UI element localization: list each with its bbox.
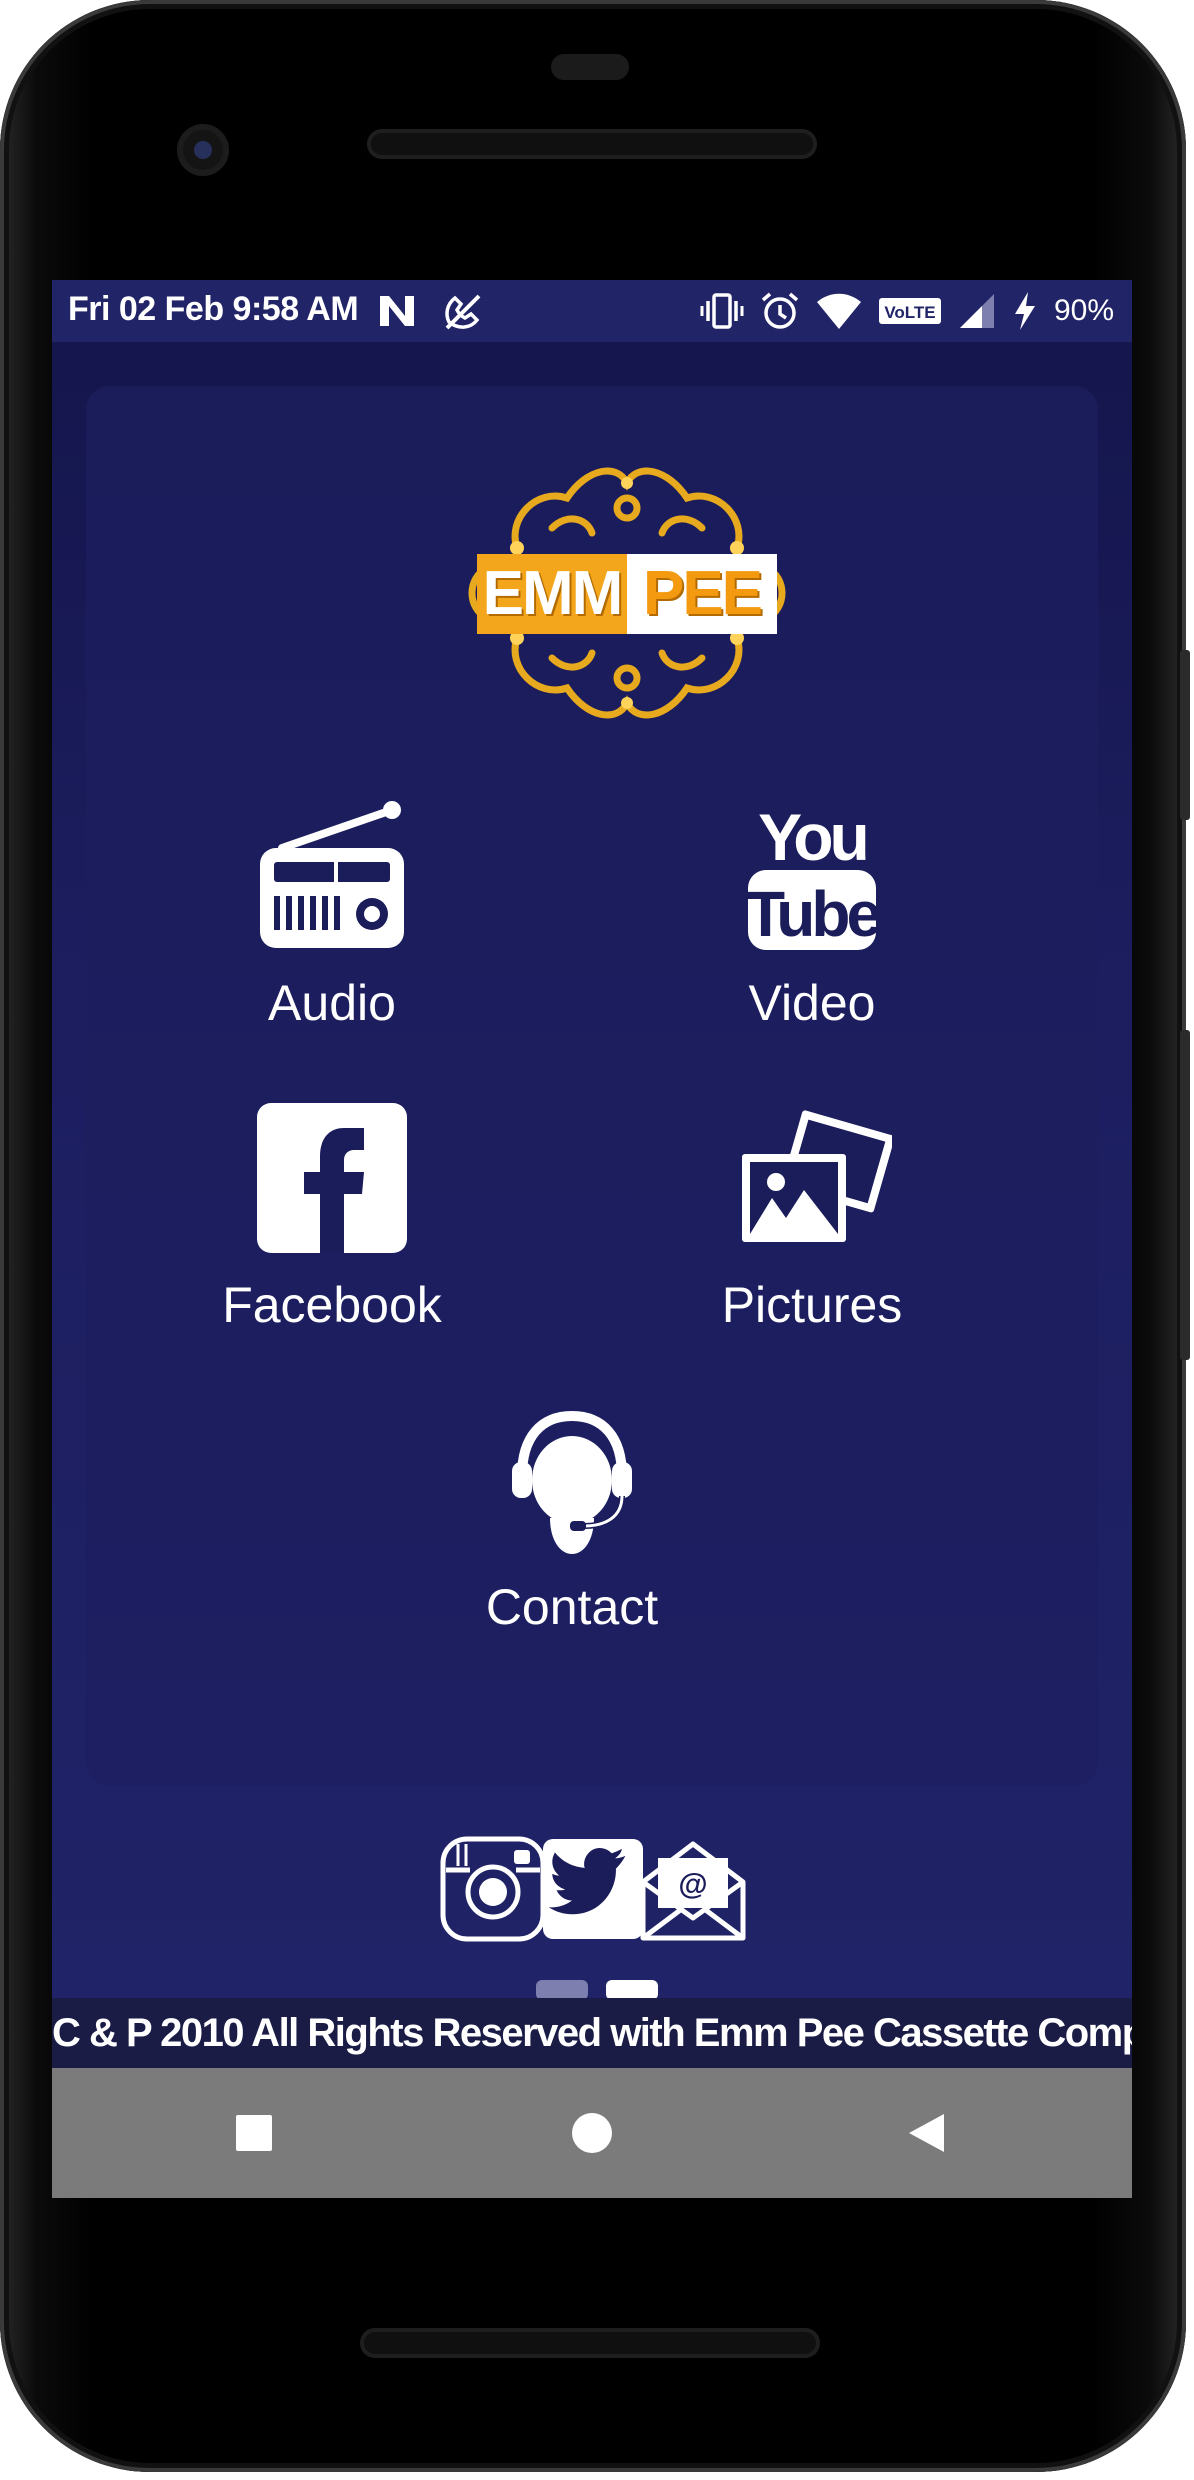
power-button [1180,650,1190,820]
alarm-icon [761,292,799,329]
contact-label: Contact [485,1579,659,1635]
logo-word-pee: PEE [627,554,777,634]
phone-frame: Fri 02 Feb 9:58 AM VoLTE 90% EMM PEE Aud… [0,0,1190,2472]
bottom-speaker-grille [360,2328,820,2358]
app-content: EMM PEE Audio You Tube Video Facebook Pi… [52,342,1132,1998]
page-dot-1[interactable] [536,1980,588,2000]
pictures-button[interactable]: Pictures [652,1098,972,1334]
status-time: Fri 02 Feb 9:58 AM [68,290,359,328]
home-button[interactable] [560,2101,624,2165]
video-button[interactable]: You Tube Video [652,796,972,1032]
volume-button [1180,1030,1190,1360]
emm-pee-logo: EMM PEE [457,458,797,728]
twitter-icon[interactable] [538,1834,648,1944]
recents-button[interactable] [222,2101,286,2165]
email-at-symbol: @ [678,1868,707,1901]
contact-button[interactable]: Contact [412,1400,732,1636]
earpiece [551,54,629,80]
facebook-button[interactable]: Facebook [172,1098,492,1334]
charging-icon [1014,292,1035,330]
page-indicator [536,1980,658,2000]
status-bar: Fri 02 Feb 9:58 AM VoLTE 90% [52,280,1132,342]
logo-word-emm: EMM [477,554,627,634]
page-dot-2[interactable] [606,1980,658,2000]
menu-panel: EMM PEE Audio You Tube Video Facebook Pi… [86,386,1098,1786]
facebook-icon [257,1103,407,1253]
muted-call-icon [445,294,481,330]
back-triangle-icon [909,2114,944,2152]
status-notification-icons [377,292,485,332]
back-button[interactable] [894,2101,958,2165]
pictures-label: Pictures [721,1277,903,1333]
audio-button[interactable]: Audio [172,796,492,1032]
radio-icon [260,801,404,948]
youtube-tube-text: Tube [746,878,881,950]
video-label: Video [748,975,876,1031]
wifi-icon [816,293,861,329]
status-system-icons: VoLTE 90% [700,291,1114,331]
headset-support-icon [512,1410,632,1554]
volte-label: VoLTE [884,303,935,322]
youtube-icon: You Tube [746,800,884,950]
square-icon [236,2115,272,2151]
volte-icon: VoLTE [878,298,941,324]
facebook-label: Facebook [222,1277,442,1333]
navigation-bar [52,2068,1132,2198]
front-camera [177,124,229,176]
email-icon[interactable]: @ [638,1834,748,1944]
logo-wordmark: EMM PEE [477,554,777,634]
battery-percentage: 90% [1053,294,1114,327]
instagram-icon[interactable] [438,1834,548,1944]
vibrate-icon [700,293,744,329]
n-notification-icon [380,296,414,326]
youtube-you-text: You [758,800,866,874]
screen: Fri 02 Feb 9:58 AM VoLTE 90% EMM PEE Aud… [52,280,1132,2198]
audio-label: Audio [268,975,396,1031]
signal-icon [959,294,994,328]
pictures-icon [742,1110,892,1242]
copyright-banner: C & P 2010 All Rights Reserved with Emm … [52,1998,1132,2068]
top-speaker-grille [367,129,817,159]
circle-icon [572,2113,612,2153]
